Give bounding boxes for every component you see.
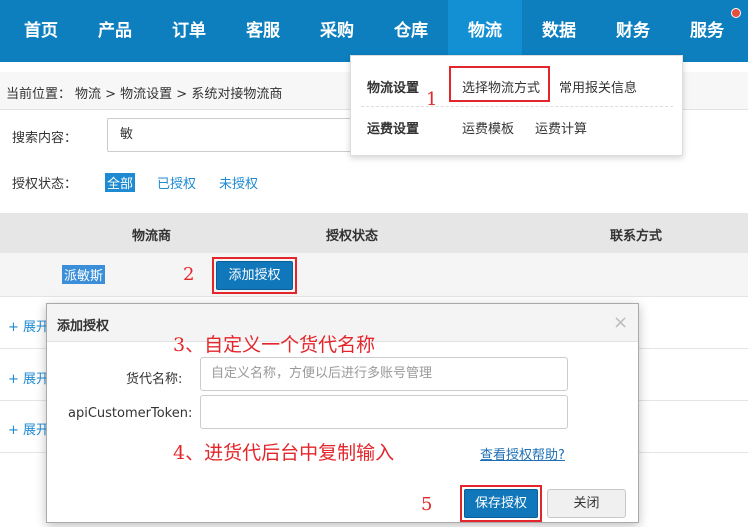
highlight-box-step-2 bbox=[212, 257, 297, 294]
column-header-auth-status: 授权状态 bbox=[326, 229, 379, 244]
step-number-5: 5 bbox=[421, 494, 433, 515]
nav-item-warehouse[interactable]: 仓库 bbox=[374, 0, 448, 62]
add-authorization-dialog: 添加授权 × 3、自定义一个货代名称 货代名称: 自定义名称，方便以后进行多账号… bbox=[46, 303, 639, 523]
step-number-2: 2 bbox=[183, 264, 195, 285]
annotation-step-4: 4、进货代后台中复制输入 bbox=[173, 442, 395, 464]
dialog-title: 添加授权 bbox=[57, 319, 110, 334]
api-token-label: apiCustomerToken: bbox=[68, 406, 193, 421]
top-nav: 首页 产品 订单 客服 采购 仓库 物流 数据 财务 服务 bbox=[0, 0, 748, 62]
search-input[interactable]: 敏 bbox=[107, 118, 367, 152]
highlight-box-step-5 bbox=[460, 485, 542, 522]
table-header: 物流商 授权状态 联系方式 bbox=[0, 213, 748, 253]
nav-item-home[interactable]: 首页 bbox=[4, 0, 78, 62]
filter-authorized[interactable]: 已授权 bbox=[157, 173, 196, 192]
column-header-contact: 联系方式 bbox=[610, 229, 663, 244]
nav-item-customer-service[interactable]: 客服 bbox=[226, 0, 300, 62]
menu-item-freight-template[interactable]: 运费模板 bbox=[462, 118, 514, 137]
nav-item-finance[interactable]: 财务 bbox=[596, 0, 670, 62]
nav-item-data[interactable]: 数据 bbox=[522, 0, 596, 62]
auth-filter-label: 授权状态： bbox=[12, 177, 78, 192]
menu-item-customs-info[interactable]: 常用报关信息 bbox=[559, 77, 637, 96]
nav-item-logistics[interactable]: 物流 bbox=[448, 0, 522, 62]
dropdown-divider bbox=[361, 106, 673, 107]
close-icon[interactable]: × bbox=[613, 312, 628, 333]
dropdown-group-title: 运费设置 bbox=[367, 122, 420, 137]
annotation-step-3: 3、自定义一个货代名称 bbox=[173, 334, 376, 356]
close-button[interactable]: 关闭 bbox=[547, 489, 626, 518]
expand-link[interactable]: + 展开 bbox=[8, 368, 49, 387]
forwarder-name-label: 货代名称: bbox=[126, 372, 183, 387]
forwarder-name-field[interactable]: 自定义名称，方便以后进行多账号管理 bbox=[200, 357, 568, 391]
table-row bbox=[0, 253, 748, 297]
nav-item-purchasing[interactable]: 采购 bbox=[300, 0, 374, 62]
expand-link[interactable]: + 展开 bbox=[8, 316, 49, 335]
nav-item-orders[interactable]: 订单 bbox=[152, 0, 226, 62]
menu-item-freight-calculation[interactable]: 运费计算 bbox=[535, 118, 587, 137]
auth-help-link[interactable]: 查看授权帮助? bbox=[480, 444, 565, 463]
breadcrumb-prefix: 当前位置： bbox=[6, 87, 72, 102]
carrier-name: 派敏斯 bbox=[62, 265, 106, 284]
breadcrumb-path[interactable]: 物流 > 物流设置 > 系统对接物流商 bbox=[75, 83, 282, 102]
filter-all[interactable]: 全部 bbox=[105, 173, 136, 192]
search-label: 搜索内容： bbox=[12, 131, 78, 146]
api-token-field[interactable] bbox=[200, 395, 568, 429]
filter-unauthorized[interactable]: 未授权 bbox=[219, 173, 258, 192]
nav-item-products[interactable]: 产品 bbox=[78, 0, 152, 62]
highlight-box-step-1 bbox=[449, 66, 550, 102]
dropdown-group-title: 物流设置 bbox=[367, 81, 420, 96]
column-header-carrier: 物流商 bbox=[132, 229, 172, 244]
step-number-1: 1 bbox=[426, 89, 438, 110]
notification-dot bbox=[731, 8, 741, 18]
expand-link[interactable]: + 展开 bbox=[8, 419, 49, 438]
